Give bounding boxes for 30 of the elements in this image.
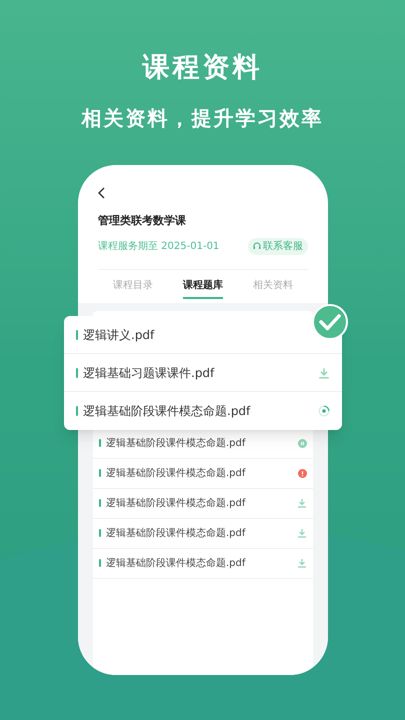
accent-bar xyxy=(99,559,101,567)
accent-bar xyxy=(99,469,101,477)
accent-bar xyxy=(99,529,101,537)
file-name[interactable]: 逻辑讲义.pdf xyxy=(83,326,154,344)
error-icon xyxy=(298,468,307,478)
file-name[interactable]: 逻辑基础阶段课件模态命题.pdf xyxy=(106,466,246,480)
file-name[interactable]: 逻辑基础习题课课件.pdf xyxy=(83,364,214,382)
tagline: 相关资料，提升学习效率 xyxy=(82,104,324,132)
back-icon[interactable] xyxy=(98,187,106,199)
headset-icon xyxy=(253,242,261,250)
file-name[interactable]: 逻辑基础阶段课件模态命题.pdf xyxy=(83,402,250,420)
download-icon[interactable] xyxy=(297,558,307,568)
accent-bar xyxy=(99,439,101,447)
accent-bar xyxy=(99,499,101,507)
pause-icon[interactable] xyxy=(298,438,307,448)
expiry-date: 课程服务期至 2025-01-01 xyxy=(98,240,220,254)
file-name[interactable]: 逻辑基础阶段课件模态命题.pdf xyxy=(106,436,246,450)
file-name[interactable]: 逻辑基础阶段课件模态命题.pdf xyxy=(106,526,246,540)
accent-bar xyxy=(76,368,78,378)
headline: 课程资料 xyxy=(142,51,262,85)
accent-bar xyxy=(76,330,78,340)
download-icon[interactable] xyxy=(297,528,307,538)
progress-icon xyxy=(318,405,330,417)
tab[interactable]: 课程题库 xyxy=(183,278,223,298)
course-title: 管理类联考数学课 xyxy=(98,213,187,229)
file-name[interactable]: 逻辑基础阶段课件模态命题.pdf xyxy=(106,556,246,570)
file-name[interactable]: 逻辑基础阶段课件模态命题.pdf xyxy=(106,496,246,510)
download-icon[interactable] xyxy=(318,366,330,378)
download-icon[interactable] xyxy=(297,498,307,508)
accent-bar xyxy=(76,406,78,416)
